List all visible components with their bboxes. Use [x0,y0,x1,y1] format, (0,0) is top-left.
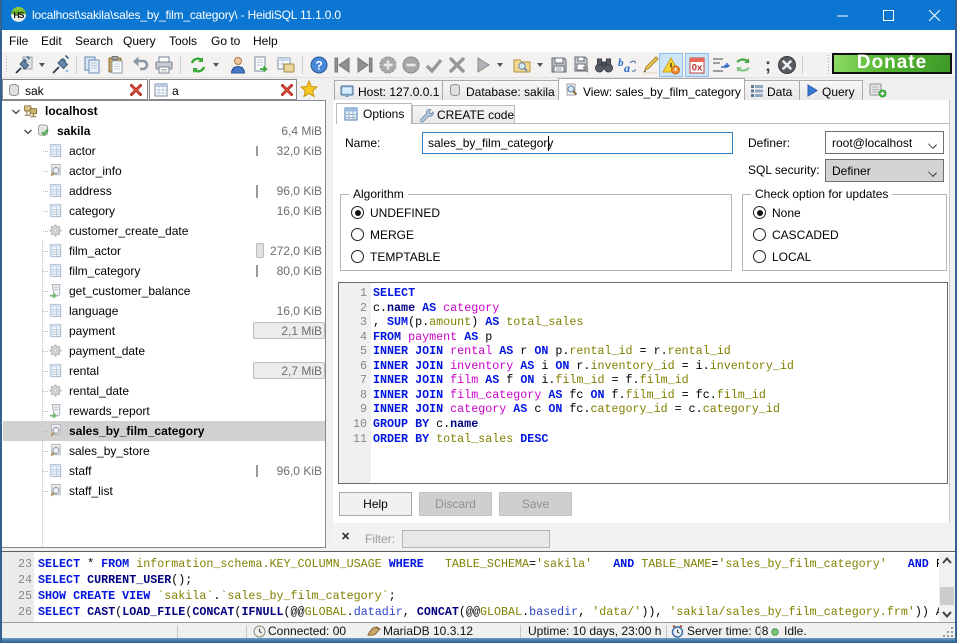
svg-text:0x: 0x [692,63,703,74]
svg-text:?: ? [315,59,322,73]
svg-text:;: ; [765,55,771,75]
svg-text:a: a [624,61,630,75]
